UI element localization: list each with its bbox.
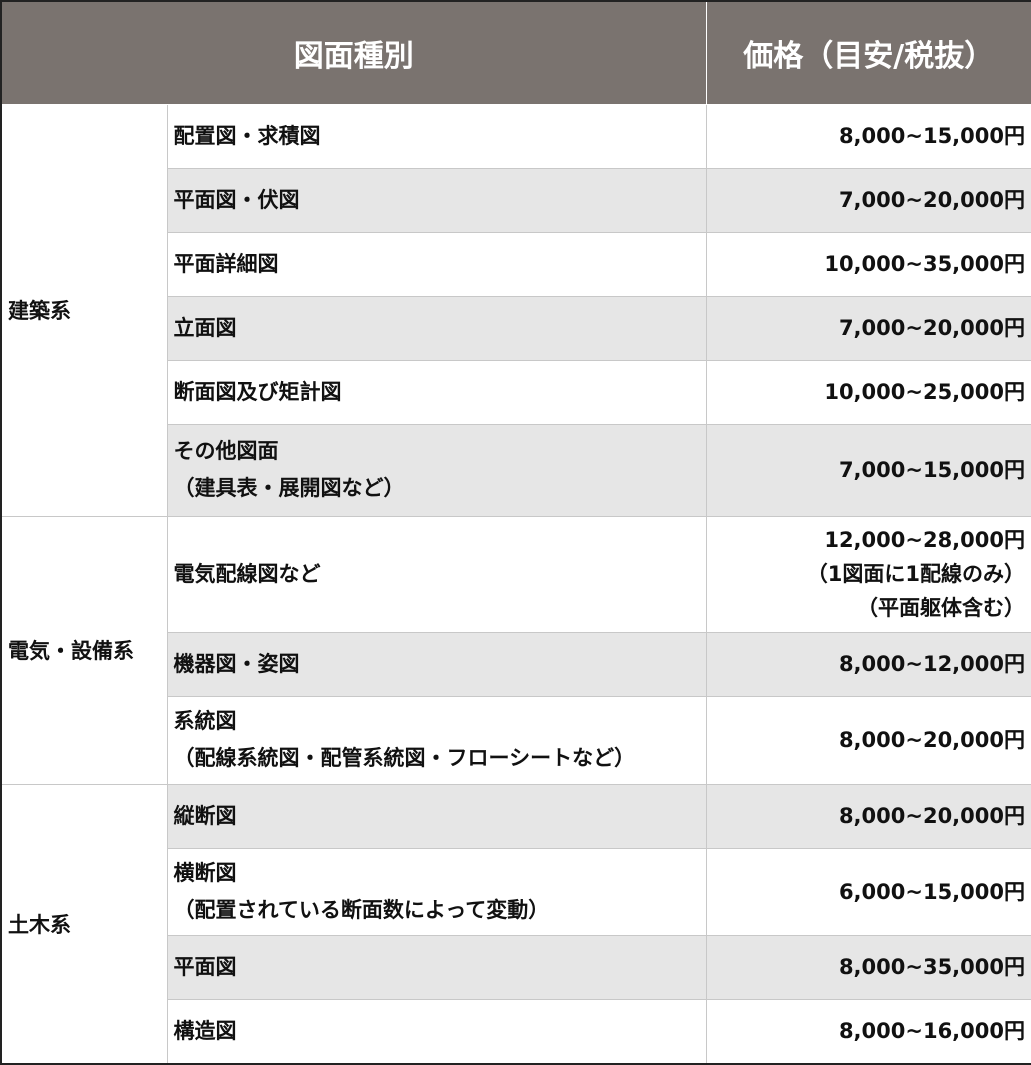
drawing-type-cell: 立面図	[166, 295, 707, 361]
drawing-type-cell: 構造図	[166, 998, 707, 1065]
column-header-drawing-type: 図面種別	[1, 1, 707, 105]
price-value: 8,000~16,000円	[838, 1019, 1025, 1044]
price-cell: 7,000~20,000円	[705, 295, 1031, 361]
price-cell: 7,000~20,000円	[705, 167, 1031, 233]
drawing-type-cell: 横断図 （配置されている断面数によって変動）	[166, 847, 707, 936]
price-value: 8,000~15,000円	[838, 124, 1025, 148]
table-row: 土木系 縦断図 8,000~20,000円	[1, 783, 1031, 1065]
price-cell: 10,000~35,000円	[705, 231, 1031, 297]
drawing-type-label: その他図面	[173, 439, 279, 463]
price-value: 8,000~12,000円	[838, 652, 1025, 676]
drawing-type-cell: 機器図・姿図	[166, 631, 707, 697]
price-value: 7,000~15,000円	[838, 458, 1025, 482]
price-cell: 8,000~35,000円	[705, 934, 1031, 1000]
drawing-type-note: （配置されている断面数によって変動）	[173, 897, 550, 922]
drawing-type-label: 平面図	[173, 954, 237, 979]
category-electrical: 電気・設備系	[1, 515, 168, 785]
drawing-type-label: 平面図・伏図	[173, 187, 300, 212]
price-value: 7,000~20,000円	[838, 316, 1025, 340]
price-cell: 7,000~15,000円	[705, 423, 1031, 517]
drawing-type-label: 系統図	[173, 709, 237, 733]
drawing-type-label: 立面図	[173, 315, 237, 340]
price-value: 7,000~20,000円	[838, 188, 1025, 212]
price-cell: 8,000~15,000円	[705, 103, 1031, 169]
drawing-type-label: 構造図	[173, 1018, 237, 1043]
price-cell: 8,000~20,000円	[705, 783, 1031, 849]
drawing-type-cell: 電気配線図など	[166, 515, 707, 633]
drawing-type-label: 平面詳細図	[173, 251, 279, 276]
category-civil: 土木系	[1, 783, 168, 1065]
category-architecture: 建築系	[1, 103, 168, 517]
drawing-type-label: 機器図・姿図	[173, 651, 300, 676]
drawing-type-cell: 平面詳細図	[166, 231, 707, 297]
price-cell: 8,000~16,000円	[705, 998, 1031, 1065]
price-cell: 12,000~28,000円 （1図面に1配線のみ） （平面躯体含む）	[705, 515, 1031, 633]
price-note: （1図面に1配線のみ）	[806, 562, 1025, 586]
drawing-type-note: （建具表・展開図など）	[173, 476, 405, 500]
drawing-type-cell: 断面図及び矩計図	[166, 359, 707, 425]
drawing-type-cell: 系統図 （配線系統図・配管系統図・フローシートなど）	[166, 695, 707, 785]
price-value: 10,000~25,000円	[824, 380, 1025, 404]
price-table: 図面種別 価格（目安/税抜） 建築系 配置図・求積図 8,000~15,000円…	[0, 0, 1031, 1065]
price-cell: 6,000~15,000円	[705, 847, 1031, 936]
price-value: 8,000~35,000円	[838, 955, 1025, 979]
price-cell: 8,000~12,000円	[705, 631, 1031, 697]
price-cell: 8,000~20,000円	[705, 695, 1031, 785]
drawing-type-cell: 平面図	[166, 934, 707, 1000]
price-value: 6,000~15,000円	[838, 879, 1025, 904]
table-header-row: 図面種別 価格（目安/税抜）	[1, 1, 1031, 105]
drawing-type-label: 縦断図	[173, 803, 237, 828]
price-value: 12,000~28,000円	[824, 528, 1025, 552]
drawing-type-label: 電気配線図など	[173, 561, 321, 586]
column-header-price: 価格（目安/税抜）	[705, 1, 1031, 105]
price-cell: 10,000~25,000円	[705, 359, 1031, 425]
price-value: 10,000~35,000円	[824, 252, 1025, 276]
drawing-type-cell: 配置図・求積図	[166, 103, 707, 169]
price-value: 8,000~20,000円	[838, 804, 1025, 828]
drawing-type-cell: その他図面 （建具表・展開図など）	[166, 423, 707, 517]
drawing-type-note: （配線系統図・配管系統図・フローシートなど）	[173, 746, 636, 770]
drawing-type-label: 横断図	[173, 860, 237, 885]
price-value: 8,000~20,000円	[838, 728, 1025, 752]
drawing-type-cell: 縦断図	[166, 783, 707, 849]
table-row: 建築系 配置図・求積図 8,000~15,000円	[1, 103, 1031, 517]
table-row: 電気・設備系 電気配線図など 12,000~28,000円 （1図面に1配線のみ…	[1, 515, 1031, 785]
price-note: （平面躯体含む）	[857, 596, 1025, 620]
drawing-type-label: 断面図及び矩計図	[173, 379, 342, 404]
drawing-type-label: 配置図・求積図	[173, 123, 321, 148]
drawing-type-cell: 平面図・伏図	[166, 167, 707, 233]
